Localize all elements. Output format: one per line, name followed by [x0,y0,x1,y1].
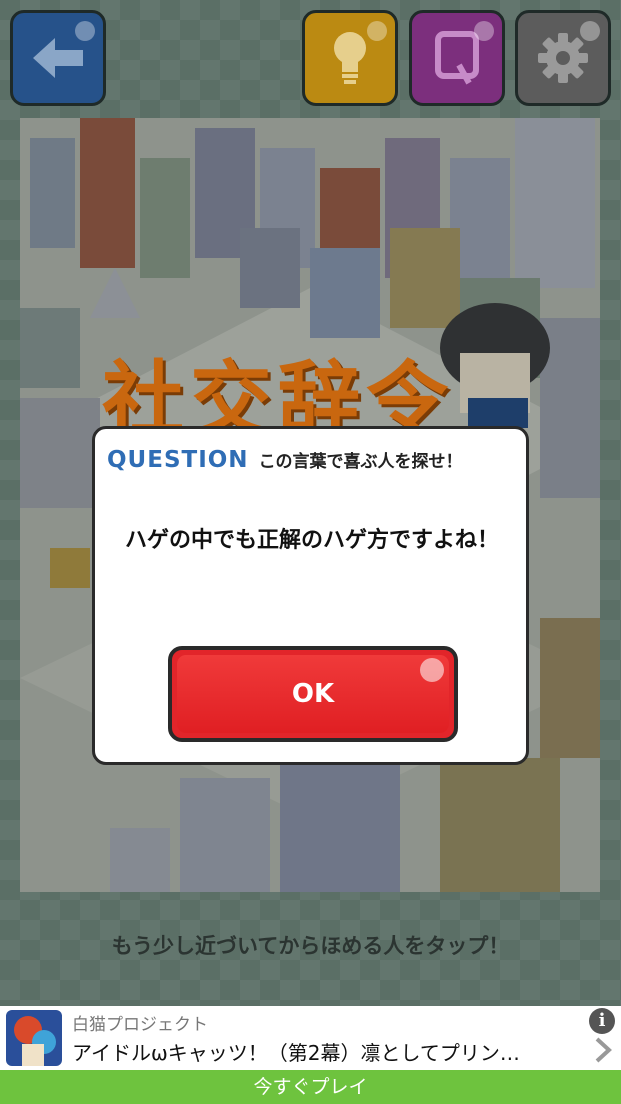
button-shine [420,658,444,682]
ok-button-label: OK [291,679,335,709]
button-shine [474,21,494,41]
back-button[interactable] [10,10,106,106]
ad-app-icon[interactable] [6,1010,62,1066]
question-button[interactable] [409,10,505,106]
ad-title[interactable]: アイドルωキャッツ！（第2幕）凛としてプリン… [72,1037,562,1066]
dialog-message: ハゲの中でも正解のハゲ方ですよね！ [125,528,500,553]
gear-icon [538,33,588,83]
q-icon [435,31,479,85]
settings-button[interactable] [515,10,611,106]
chevron-right-icon[interactable] [593,1036,613,1064]
button-shine [75,21,95,41]
arrow-left-icon [33,38,83,78]
ok-button[interactable]: OK [168,646,458,742]
dialog-header: QUESTION この言葉で喜ぶ人を探せ！ [107,447,463,473]
hint-button[interactable] [302,10,398,106]
button-shine [367,21,387,41]
dialog-subtitle: この言葉で喜ぶ人を探せ！ [258,452,463,472]
button-shine [580,21,600,41]
question-tag: QUESTION [107,447,249,473]
hint-text: もう少し近づいてからほめる人をタップ！ [111,934,510,958]
question-dialog: QUESTION この言葉で喜ぶ人を探せ！ ハゲの中でも正解のハゲ方ですよね！ O… [92,426,529,765]
ad-app-name: 白猫プロジェクト [72,1015,208,1035]
lightbulb-icon [334,32,366,84]
info-icon[interactable]: i [589,1008,615,1034]
ad-banner[interactable]: 白猫プロジェクト アイドルωキャッツ！（第2幕）凛としてプリン… i [0,1006,621,1070]
play-now-button[interactable]: 今すぐプレイ [0,1070,621,1104]
